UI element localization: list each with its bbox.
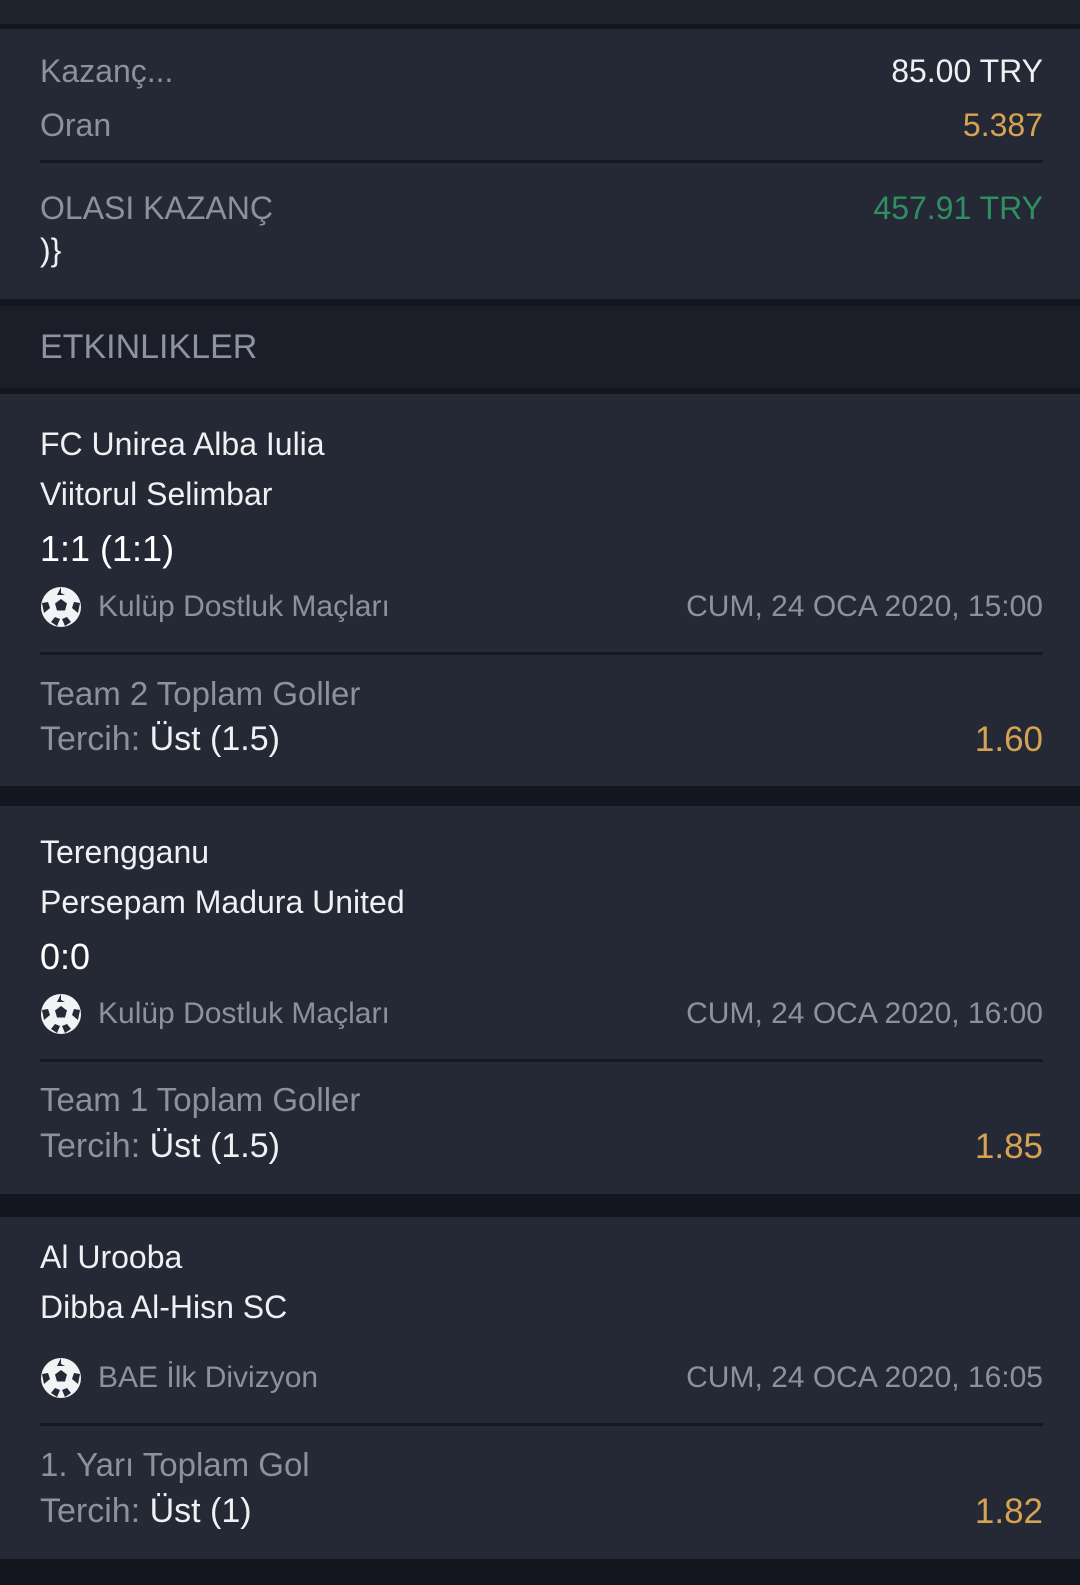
event-datetime: CUM, 24 OCA 2020, 16:05: [686, 1361, 1043, 1394]
event-meta: Kulüp Dostluk Maçları CUM, 24 OCA 2020, …: [40, 993, 1043, 1035]
market-name: Team 1 Toplam Goller: [40, 1081, 361, 1118]
league-name: Kulüp Dostluk Maçları: [98, 997, 390, 1030]
stray-text: )}: [40, 232, 62, 268]
pick-label: Tercih:: [40, 1127, 141, 1165]
top-bar: [0, 0, 1080, 24]
market-name: 1. Yarı Toplam Gol: [40, 1446, 310, 1483]
stake-row: Kazanç... 85.00 TRY: [40, 53, 1043, 90]
event-card[interactable]: FC Unirea Alba Iulia Viitorul Selimbar 1…: [0, 394, 1080, 786]
league-name: Kulüp Dostluk Maçları: [98, 590, 390, 623]
event-card[interactable]: Terengganu Persepam Madura United 0:0 Ku…: [0, 806, 1080, 1194]
event-meta: Kulüp Dostluk Maçları CUM, 24 OCA 2020, …: [40, 586, 1043, 628]
soccer-ball-icon: [41, 994, 81, 1034]
potential-win-row: OLASI KAZANÇ 457.91 TRY: [40, 190, 1043, 227]
pick-value: Üst (1.5): [149, 720, 280, 758]
league-info: Kulüp Dostluk Maçları: [40, 993, 390, 1035]
soccer-ball-icon: [41, 587, 81, 627]
league-name: BAE İlk Divizyon: [98, 1361, 319, 1394]
team-away: Viitorul Selimbar: [40, 476, 273, 512]
event-datetime: CUM, 24 OCA 2020, 15:00: [686, 590, 1043, 623]
selection-odd: 1.82: [974, 1492, 1043, 1531]
league-info: Kulüp Dostluk Maçları: [40, 586, 390, 628]
team-home: Al Urooba: [40, 1239, 183, 1275]
stake-value: 85.00 TRY: [891, 53, 1043, 89]
potential-win-value: 457.91 TRY: [873, 190, 1043, 226]
event-card[interactable]: Al Urooba Dibba Al-Hisn SC BAE İlk Diviz…: [0, 1217, 1080, 1559]
event-divider: [40, 652, 1043, 655]
event-divider: [40, 1423, 1043, 1426]
selection-odd: 1.85: [974, 1127, 1043, 1166]
team-home: Terengganu: [40, 834, 210, 870]
selection-row: Tercih: Üst (1.5) 1.60: [40, 720, 1043, 760]
potential-win-label: OLASI KAZANÇ: [40, 190, 273, 226]
match-score: 0:0: [40, 936, 91, 977]
team-away: Persepam Madura United: [40, 884, 405, 920]
events-header-title: ETKINLIKLER: [40, 328, 258, 366]
summary-divider: [40, 160, 1043, 163]
event-meta: BAE İlk Divizyon CUM, 24 OCA 2020, 16:05: [40, 1357, 1043, 1399]
selection-odd: 1.60: [974, 720, 1043, 759]
pick-label: Tercih:: [40, 720, 141, 758]
team-home: FC Unirea Alba Iulia: [40, 426, 325, 462]
stake-label: Kazanç...: [40, 53, 174, 89]
selection-row: Tercih: Üst (1) 1.82: [40, 1492, 1043, 1532]
pick-value: Üst (1.5): [149, 1127, 280, 1165]
event-divider: [40, 1059, 1043, 1062]
event-datetime: CUM, 24 OCA 2020, 16:00: [686, 997, 1043, 1030]
soccer-ball-icon: [41, 1358, 81, 1398]
total-odds-value: 5.387: [962, 107, 1043, 143]
odds-label: Oran: [40, 107, 112, 143]
market-name: Team 2 Toplam Goller: [40, 675, 361, 712]
events-section-header: ETKINLIKLER: [0, 306, 1080, 388]
odds-row: Oran 5.387: [40, 107, 1043, 144]
league-info: BAE İlk Divizyon: [40, 1357, 318, 1399]
bet-slip-page: Kazanç... 85.00 TRY Oran 5.387 OLASI KAZ…: [0, 0, 1080, 1585]
selection-row: Tercih: Üst (1.5) 1.85: [40, 1127, 1043, 1167]
bet-summary: Kazanç... 85.00 TRY Oran 5.387 OLASI KAZ…: [0, 29, 1080, 299]
match-score: 1:1 (1:1): [40, 528, 175, 569]
pick-label: Tercih:: [40, 1492, 141, 1530]
team-away: Dibba Al-Hisn SC: [40, 1289, 288, 1325]
pick-value: Üst (1): [149, 1492, 252, 1530]
